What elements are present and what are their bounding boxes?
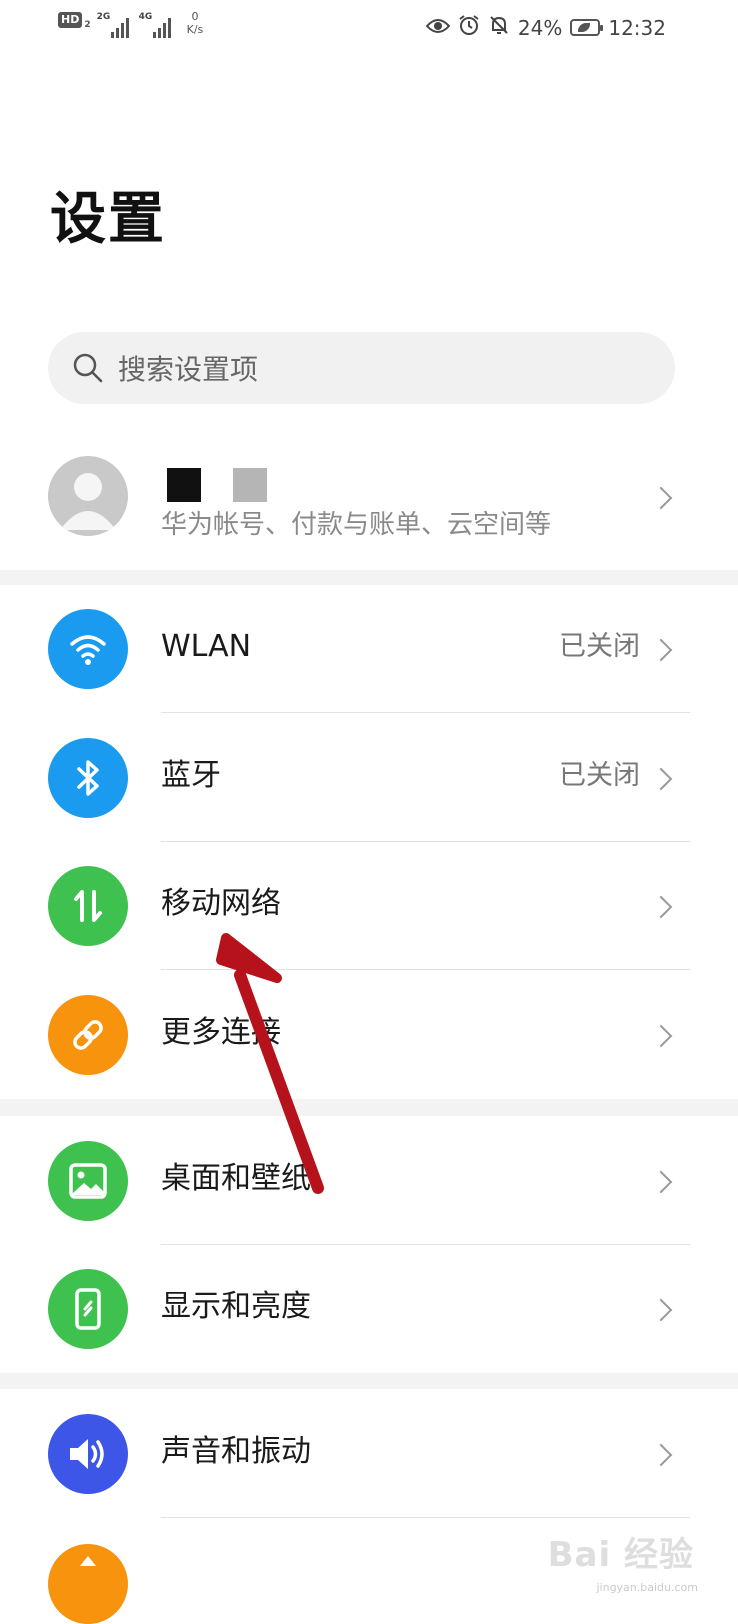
clock: 12:32 — [608, 15, 666, 40]
account-subtitle: 华为帐号、付款与账单、云空间等 — [161, 510, 552, 540]
section-divider — [0, 1373, 738, 1389]
mobile-data-icon — [48, 866, 128, 946]
chevron-right-icon — [649, 1443, 673, 1467]
sim2-network-label: 4G — [138, 12, 153, 22]
account-name-redacted — [167, 468, 201, 502]
chevron-right-icon — [649, 486, 673, 510]
battery-percent: 24% — [517, 15, 563, 40]
settings-item-label: 更多连接 — [161, 1015, 281, 1050]
sim1-signal-icon: 2G — [97, 12, 133, 38]
battery-saver-icon — [570, 19, 604, 36]
settings-item-label: 移动网络 — [161, 886, 281, 921]
watermark-logo: Bai 经验 — [547, 1535, 694, 1575]
status-bar-right: 24% 12:32 — [425, 14, 666, 41]
bell-off-icon — [488, 14, 510, 41]
link-icon — [48, 995, 128, 1075]
hd-voice-sub: 2 — [84, 20, 91, 30]
settings-item-status: 已关闭 — [559, 631, 640, 662]
sim2-signal-icon: 4G — [139, 12, 175, 38]
watermark-url: jingyan.baidu.com — [596, 1581, 698, 1594]
eye-icon — [425, 16, 451, 40]
settings-item-sound-vibration[interactable]: 声音和振动 — [0, 1390, 738, 1518]
account-name-redacted-2 — [233, 468, 267, 502]
settings-item-more-connections[interactable]: 更多连接 — [0, 971, 738, 1099]
settings-item-label: 显示和亮度 — [161, 1289, 311, 1324]
network-speed-unit: K/s — [186, 23, 204, 36]
row-divider — [161, 1517, 690, 1518]
page-title: 设置 — [50, 187, 166, 252]
wifi-icon — [48, 609, 128, 689]
sim1-network-label: 2G — [96, 12, 111, 22]
chevron-right-icon — [649, 1170, 673, 1194]
alarm-icon — [458, 14, 480, 41]
sound-icon — [48, 1414, 128, 1494]
section-divider — [0, 1099, 738, 1116]
row-divider — [161, 712, 690, 713]
status-bar-left: HD 2 2G 4G 0 K/s — [58, 10, 204, 38]
settings-item-partial[interactable] — [48, 1544, 128, 1624]
settings-item-wlan[interactable]: WLAN 已关闭 — [0, 585, 738, 713]
chevron-right-icon — [649, 767, 673, 791]
search-placeholder: 搜索设置项 — [118, 353, 259, 386]
search-icon — [73, 353, 103, 383]
hd-voice-badge: HD — [58, 12, 83, 28]
network-speed-value: 0 — [191, 10, 199, 23]
chevron-right-icon — [649, 895, 673, 919]
avatar — [48, 456, 128, 536]
settings-item-desktop-wallpaper[interactable]: 桌面和壁纸 — [0, 1117, 738, 1245]
display-icon — [48, 1269, 128, 1349]
chevron-right-icon — [649, 1298, 673, 1322]
settings-item-mobile-network[interactable]: 移动网络 — [0, 842, 738, 970]
settings-item-status: 已关闭 — [559, 760, 640, 791]
settings-item-label: 蓝牙 — [161, 758, 221, 793]
chevron-right-icon — [649, 638, 673, 662]
section-divider — [0, 570, 738, 585]
settings-item-label: 声音和振动 — [161, 1434, 311, 1469]
row-divider — [161, 969, 690, 970]
status-bar: HD 2 2G 4G 0 K/s 24% 12:32 — [0, 0, 738, 56]
settings-item-display-brightness[interactable]: 显示和亮度 — [0, 1245, 738, 1373]
search-bar[interactable]: 搜索设置项 — [48, 332, 675, 404]
account-row[interactable]: 华为帐号、付款与账单、云空间等 — [0, 440, 738, 570]
network-speed: 0 K/s — [187, 10, 204, 36]
settings-item-bluetooth[interactable]: 蓝牙 已关闭 — [0, 714, 738, 842]
bluetooth-icon — [48, 738, 128, 818]
notification-icon — [80, 1556, 96, 1566]
chevron-right-icon — [649, 1024, 673, 1048]
settings-item-label: WLAN — [161, 629, 252, 664]
wallpaper-icon — [48, 1141, 128, 1221]
settings-item-label: 桌面和壁纸 — [161, 1161, 311, 1196]
